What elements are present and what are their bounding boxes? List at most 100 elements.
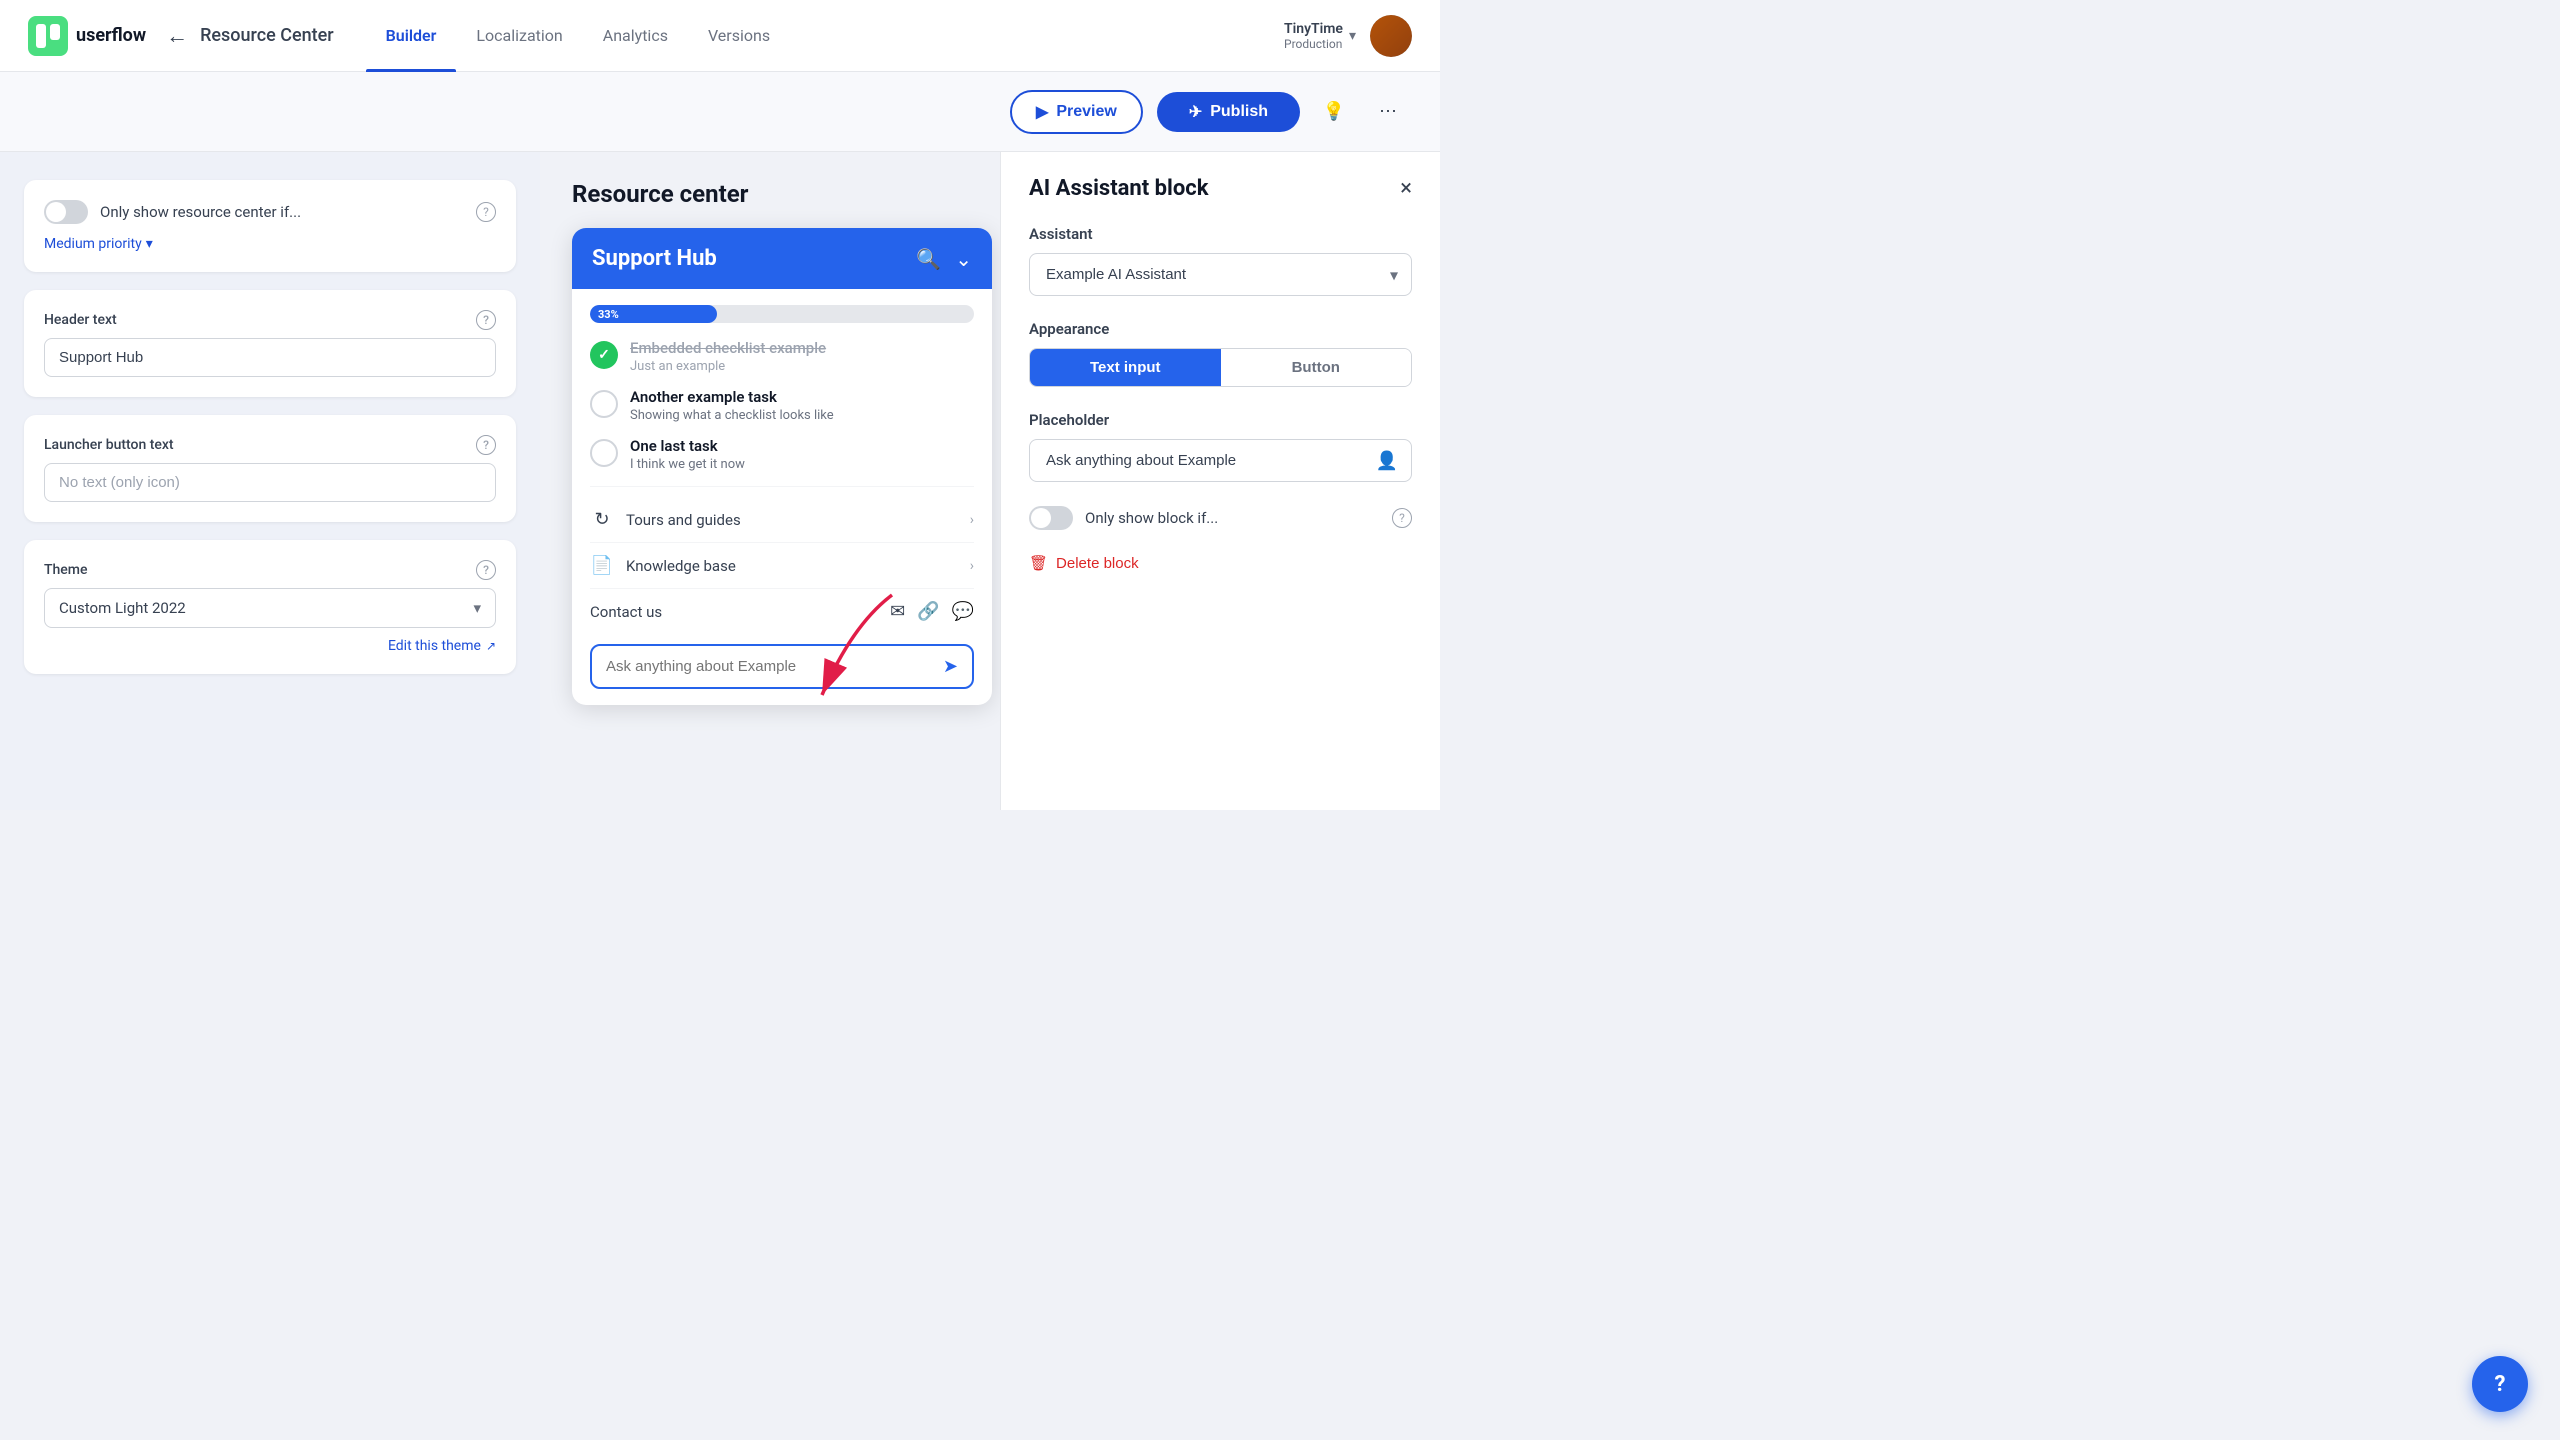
logo[interactable]: userflow <box>28 16 146 56</box>
checklist-text-0: Embedded checklist example Just an examp… <box>630 339 974 374</box>
back-button[interactable]: ← <box>166 23 188 49</box>
theme-label: Theme ? <box>44 560 496 580</box>
theme-value: Custom Light 2022 <box>59 599 186 617</box>
right-panel: AI Assistant block × Assistant Example A… <box>1000 152 1440 810</box>
delete-label: Delete block <box>1056 555 1139 572</box>
toolbar: ▶ Preview ✈ Publish 💡 ⋯ <box>0 72 1440 152</box>
assistant-select-wrap: Example AI Assistant ▾ <box>1029 253 1412 296</box>
main-layout: Only show resource center if... ? Medium… <box>0 152 1440 810</box>
publish-button[interactable]: ✈ Publish <box>1157 92 1300 132</box>
chevron-down-icon[interactable]: ⌄ <box>955 247 972 271</box>
nav-right: TinyTime Production ▾ <box>1284 15 1412 57</box>
preview-button[interactable]: ▶ Preview <box>1010 90 1143 134</box>
fab-label: ? <box>2495 1372 2506 1397</box>
close-button[interactable]: × <box>1400 176 1412 201</box>
email-icon[interactable]: ✉ <box>890 601 905 622</box>
rc-body: 33% ✓ Embedded checklist example Just an… <box>572 289 992 705</box>
avatar[interactable] <box>1370 15 1412 57</box>
show-condition-toggle[interactable] <box>44 200 88 224</box>
person-icon: 👤 <box>1376 450 1398 471</box>
contact-row: Contact us ✉ 🔗 💬 <box>590 589 974 634</box>
check-done-icon: ✓ <box>590 341 618 369</box>
appearance-button-btn[interactable]: Button <box>1221 349 1412 386</box>
resource-center-widget: Support Hub 🔍 ⌄ 33% <box>572 228 992 705</box>
tab-analytics[interactable]: Analytics <box>583 0 688 72</box>
assistant-section-label: Assistant <box>1029 225 1412 243</box>
user-sub: Production <box>1284 37 1343 51</box>
divider <box>590 486 974 487</box>
chat-icon[interactable]: 💬 <box>952 601 974 622</box>
send-icon: ✈ <box>1189 102 1202 122</box>
help-icon-theme[interactable]: ? <box>476 560 496 580</box>
contact-icons: ✉ 🔗 💬 <box>890 601 974 622</box>
appearance-toggle: Text input Button <box>1029 348 1412 387</box>
placeholder-input[interactable] <box>1029 439 1412 482</box>
checklist-sub-2: I think we get it now <box>630 457 974 472</box>
ai-text-input[interactable] <box>606 658 935 675</box>
rc-header-icons: 🔍 ⌄ <box>916 247 972 271</box>
only-show-block-toggle[interactable] <box>1029 506 1073 530</box>
header-text-input[interactable] <box>44 338 496 377</box>
ai-send-icon[interactable]: ➤ <box>943 656 958 677</box>
lightbulb-icon-button[interactable]: 💡 <box>1314 92 1354 132</box>
play-icon: ▶ <box>1036 102 1048 122</box>
appearance-text-input-btn[interactable]: Text input <box>1030 349 1221 386</box>
edit-theme-label: Edit this theme <box>388 638 481 654</box>
toggle-row: Only show resource center if... ? <box>44 200 496 224</box>
page-title: Resource Center <box>200 25 334 46</box>
launcher-label: Launcher button text ? <box>44 435 496 455</box>
priority-link[interactable]: Medium priority ▾ <box>44 236 496 252</box>
user-name: TinyTime <box>1284 21 1343 37</box>
check-empty-icon-1 <box>590 390 618 418</box>
theme-card: Theme ? Custom Light 2022 ▾ Edit this th… <box>24 540 516 674</box>
priority-label: Medium priority <box>44 236 142 252</box>
checklist-sub-0: Just an example <box>630 359 974 374</box>
edit-theme-link[interactable]: Edit this theme ↗ <box>44 638 496 654</box>
menu-item-kb[interactable]: 📄 Knowledge base › <box>590 543 974 589</box>
only-show-block-label: Only show block if... <box>1085 509 1380 527</box>
external-link-icon: ↗ <box>486 639 496 653</box>
progress-bar-fill: 33% <box>590 305 717 323</box>
assistant-select[interactable]: Example AI Assistant <box>1029 253 1412 296</box>
preview-label: Preview <box>1056 103 1116 121</box>
top-nav: userflow ← Resource Center Builder Local… <box>0 0 1440 72</box>
chevron-right-icon: › <box>970 512 974 528</box>
menu-label-kb: Knowledge base <box>626 557 958 575</box>
launcher-text-input[interactable] <box>44 463 496 502</box>
check-empty-icon-2 <box>590 439 618 467</box>
checklist-sub-1: Showing what a checklist looks like <box>630 408 974 423</box>
theme-select[interactable]: Custom Light 2022 ▾ <box>44 588 496 628</box>
menu-item-tours[interactable]: ↻ Tours and guides › <box>590 497 974 543</box>
placeholder-input-wrap: 👤 <box>1029 439 1412 482</box>
nav-tabs: Builder Localization Analytics Versions <box>366 0 790 72</box>
rp-title: AI Assistant block <box>1029 176 1208 201</box>
tab-versions[interactable]: Versions <box>688 0 790 72</box>
tab-builder[interactable]: Builder <box>366 0 457 72</box>
delete-block-button[interactable]: 🗑 Delete block <box>1029 554 1139 572</box>
logo-text: userflow <box>76 25 146 46</box>
contact-label: Contact us <box>590 603 878 621</box>
help-icon-header[interactable]: ? <box>476 310 496 330</box>
chevron-down-icon: ▾ <box>473 599 481 617</box>
help-icon-toggle[interactable]: ? <box>476 202 496 222</box>
progress-label: 33% <box>598 308 619 321</box>
search-icon[interactable]: 🔍 <box>916 247 941 271</box>
phone-icon[interactable]: 🔗 <box>917 601 939 622</box>
kb-icon: 📄 <box>590 555 614 576</box>
more-options-button[interactable]: ⋯ <box>1368 92 1408 132</box>
checklist-main-0: Embedded checklist example <box>630 339 974 357</box>
user-menu[interactable]: TinyTime Production ▾ <box>1284 21 1356 51</box>
checklist-main-2: One last task <box>630 437 974 455</box>
rp-header: AI Assistant block × <box>1029 176 1412 201</box>
checklist-item-1: Another example task Showing what a chec… <box>590 388 974 423</box>
help-icon-block[interactable]: ? <box>1392 508 1412 528</box>
chevron-icon: ▾ <box>146 236 153 252</box>
progress-bar: 33% <box>590 305 974 323</box>
rc-header: Support Hub 🔍 ⌄ <box>572 228 992 289</box>
help-icon-launcher[interactable]: ? <box>476 435 496 455</box>
menu-label-tours: Tours and guides <box>626 511 958 529</box>
publish-label: Publish <box>1210 103 1268 121</box>
fab-help-button[interactable]: ? <box>2472 1356 2528 1412</box>
tab-localization[interactable]: Localization <box>456 0 582 72</box>
ai-input-wrap: ➤ <box>590 644 974 689</box>
